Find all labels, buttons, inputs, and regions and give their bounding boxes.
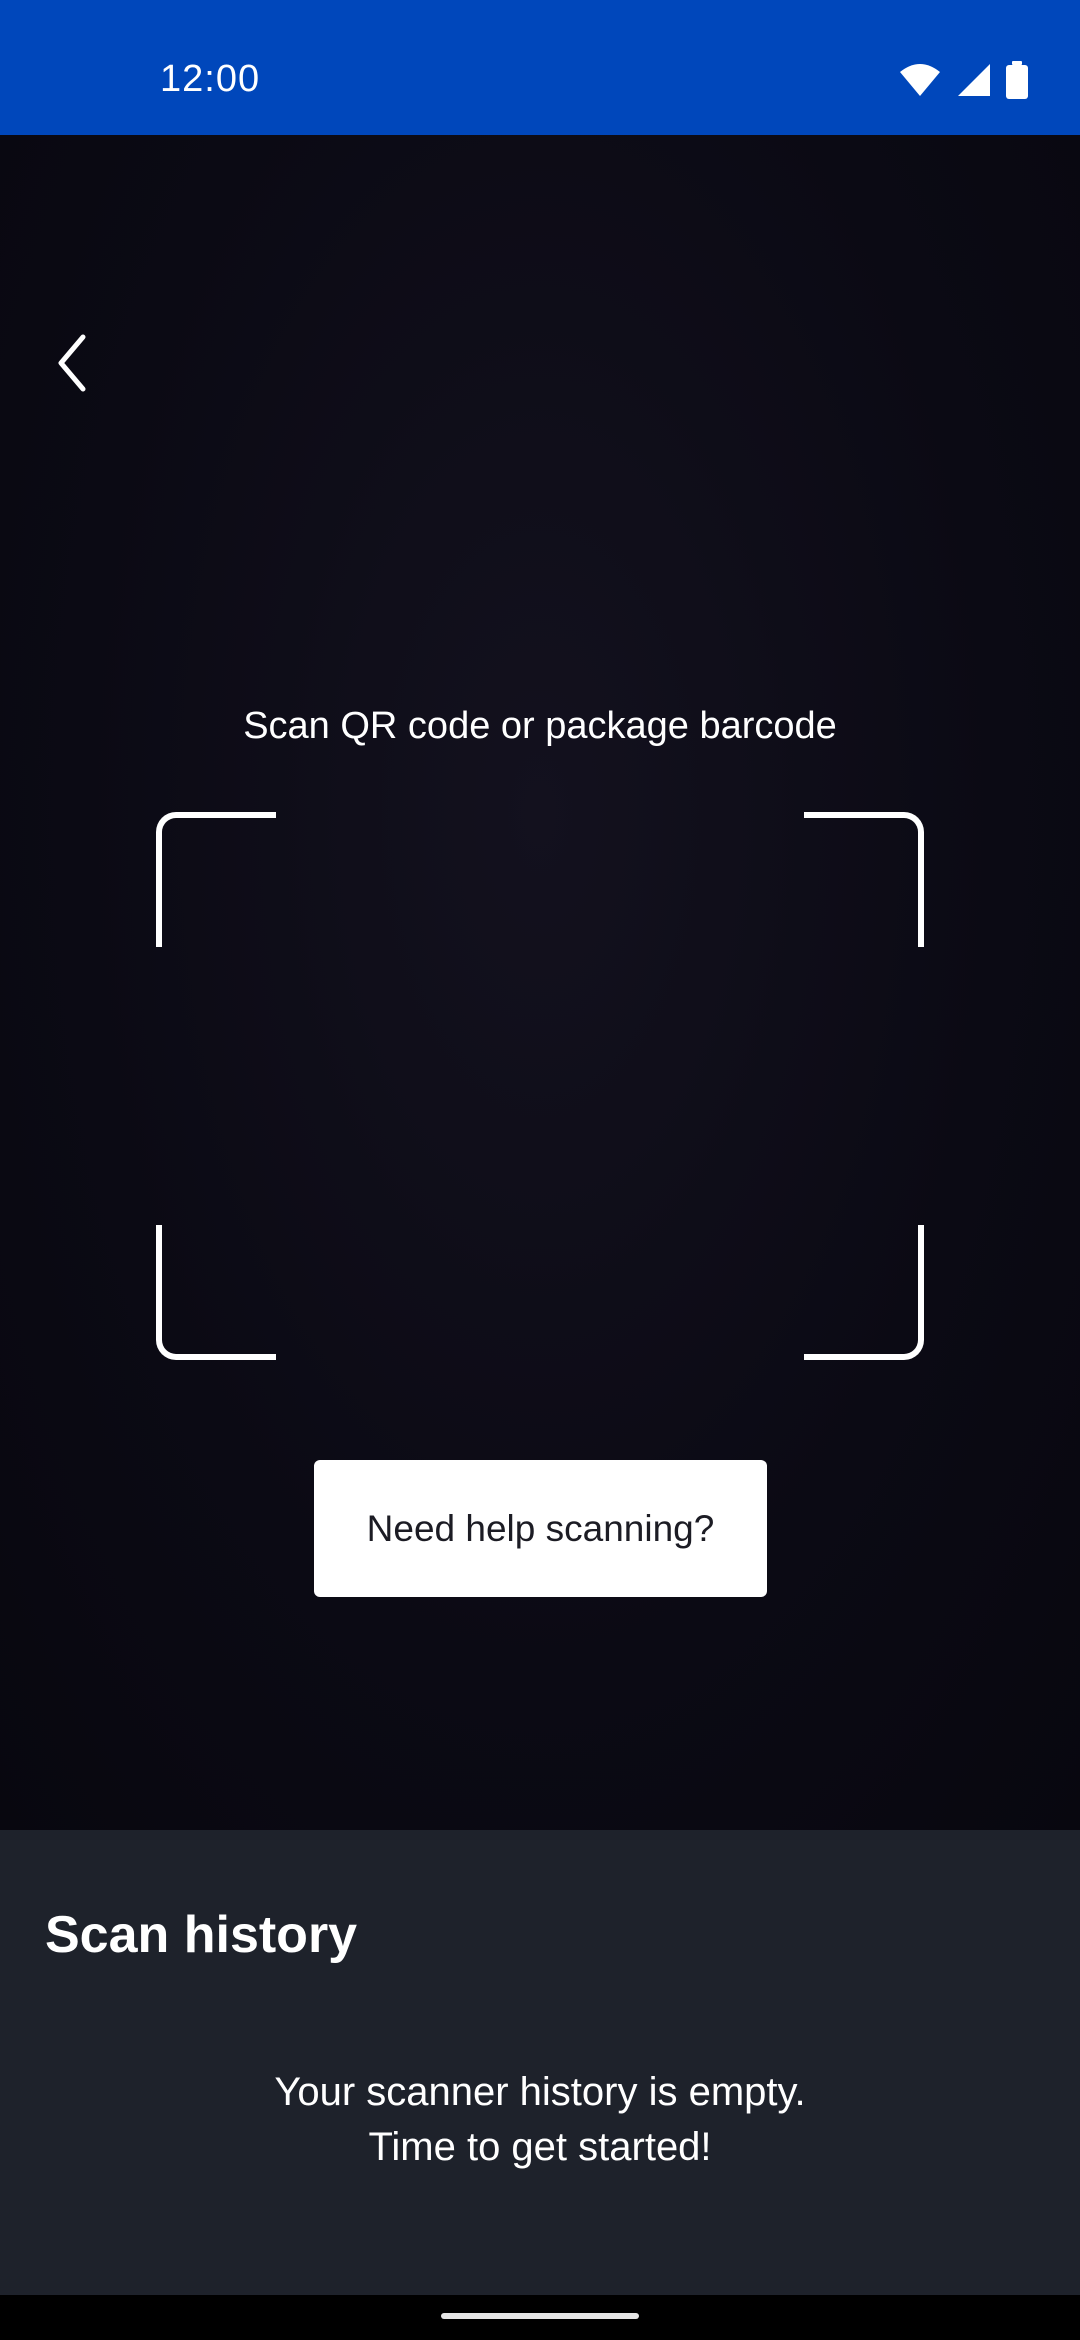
scanner-screen: 12:00 Scan QR code or package barcode Ne… [0,0,1080,2340]
back-button[interactable] [40,325,104,405]
status-icons [898,60,1028,104]
scan-frame-corner-top-right [804,812,924,947]
scan-history-sheet: Scan history Your scanner history is emp… [0,1830,1080,2295]
status-bar: 12:00 [0,0,1080,135]
status-time: 12:00 [160,58,261,100]
battery-icon [1006,60,1028,104]
chevron-left-icon [55,333,89,398]
scan-frame-corner-bottom-left [156,1225,276,1360]
navigation-bar [0,2295,1080,2340]
scan-history-title: Scan history [45,1906,358,1964]
wifi-icon [898,62,942,103]
scan-history-empty-message: Your scanner history is empty. Time to g… [0,2065,1080,2175]
scan-instruction: Scan QR code or package barcode [243,705,837,747]
empty-message-line-2: Time to get started! [368,2125,712,2169]
signal-icon [956,62,992,103]
scan-frame-corner-bottom-right [804,1225,924,1360]
help-scanning-button[interactable]: Need help scanning? [314,1460,767,1597]
empty-message-line-1: Your scanner history is empty. [274,2070,806,2114]
camera-viewfinder: Scan QR code or package barcode Need hel… [0,135,1080,1830]
home-indicator[interactable] [441,2313,639,2319]
scan-frame-corner-top-left [156,812,276,947]
